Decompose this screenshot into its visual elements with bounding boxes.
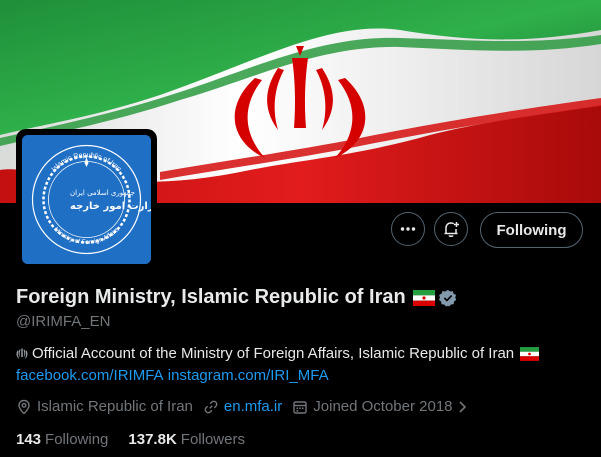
ministry-logo: وزارت امور خارجه جمهوری اسلامی ایران Isl… (22, 135, 151, 264)
joined-item: Joined October 2018 (292, 398, 473, 415)
iran-emblem-emoji-icon (16, 348, 28, 359)
followers-count-link[interactable]: 137.8K Followers (128, 431, 245, 448)
following-label: Following (45, 431, 109, 448)
website-link[interactable]: en.mfa.ir (224, 398, 282, 415)
profile-name-row: Foreign Ministry, Islamic Republic of Ir… (16, 286, 457, 309)
location-pin-icon (18, 399, 30, 414)
location-text: Islamic Republic of Iran (37, 398, 193, 415)
profile-meta: Islamic Republic of Iran en.mfa.ir Joine… (16, 398, 484, 415)
calendar-icon (293, 400, 307, 414)
iran-flag-emoji-icon (412, 289, 435, 306)
logo-farsi-text: وزارت امور خارجه (70, 201, 151, 212)
bio-link-facebook[interactable]: facebook.com/IRIMFA (16, 366, 164, 386)
profile-bio: Official Account of the Ministry of Fore… (16, 344, 591, 386)
logo-farsi-text-2: جمهوری اسلامی ایران (70, 189, 135, 197)
location-item: Islamic Republic of Iran (16, 398, 193, 415)
display-name: Foreign Ministry, Islamic Republic of Ir… (16, 286, 406, 308)
profile-handle: @IRIMFA_EN (16, 313, 111, 330)
joined-text: Joined October 2018 (313, 398, 453, 415)
bell-plus-icon (444, 222, 459, 237)
chevron-right-icon[interactable] (457, 400, 469, 414)
bio-text: Official Account of the Ministry of Fore… (32, 345, 515, 362)
more-button[interactable] (391, 212, 425, 246)
notify-button[interactable] (434, 212, 468, 246)
following-button[interactable]: Following (480, 212, 583, 248)
following-count: 143 (16, 431, 42, 448)
more-icon (400, 227, 416, 231)
website-item[interactable]: en.mfa.ir (203, 398, 282, 415)
bio-link-instagram[interactable]: instagram.com/IRI_MFA (168, 366, 329, 386)
verified-badge-icon[interactable] (438, 289, 457, 307)
followers-count: 137.8K (128, 431, 177, 448)
following-count-link[interactable]: 143 Following (16, 431, 108, 448)
follow-counts: 143 Following 137.8K Followers (16, 431, 265, 448)
avatar: وزارت امور خارجه جمهوری اسلامی ایران Isl… (22, 135, 151, 264)
avatar-frame[interactable]: وزارت امور خارجه جمهوری اسلامی ایران Isl… (16, 129, 157, 270)
followers-label: Followers (180, 431, 245, 448)
iran-flag-emoji-icon (520, 347, 540, 361)
link-icon (204, 400, 218, 413)
